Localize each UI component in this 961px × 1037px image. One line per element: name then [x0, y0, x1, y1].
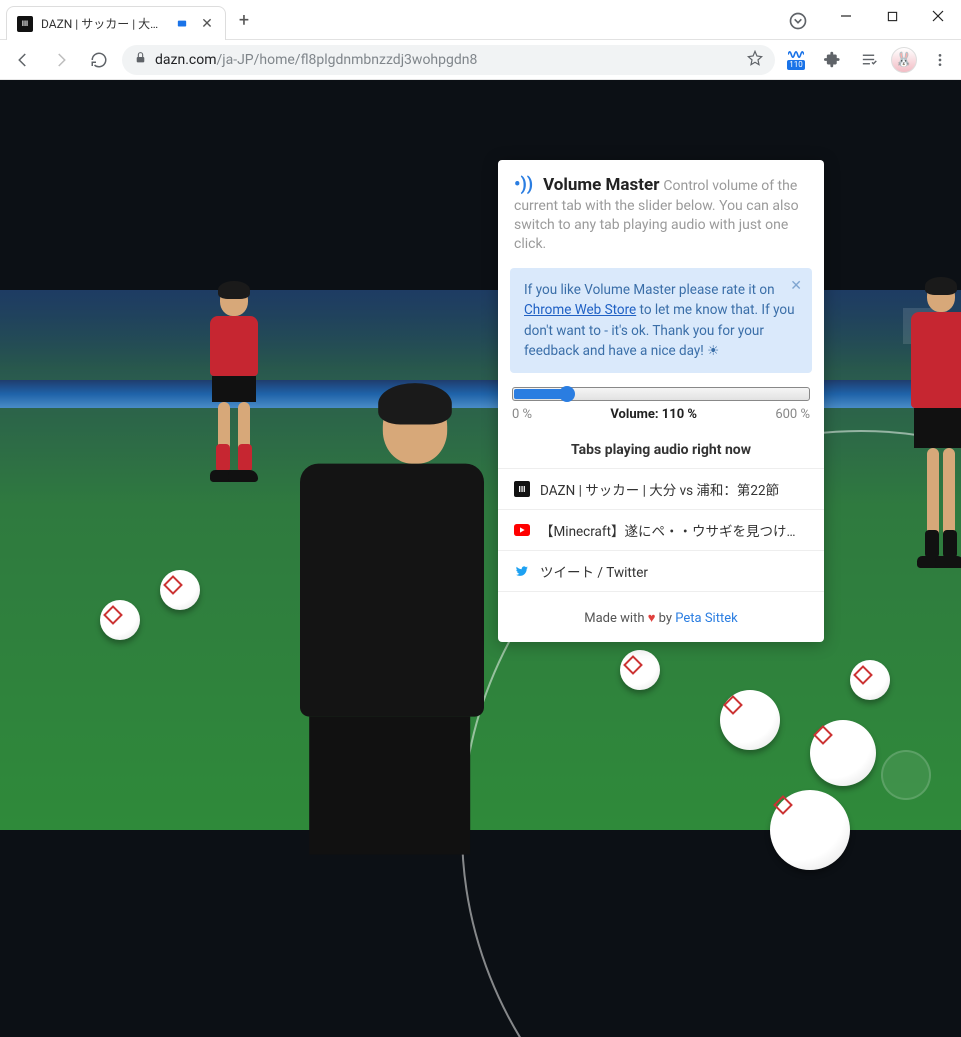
- jleague-watermark-icon: [881, 750, 931, 800]
- url-text: dazn.com/ja-JP/home/fl8plgdnmbnzzdj3wohp…: [155, 52, 739, 68]
- dazn-favicon-icon: III: [17, 16, 33, 32]
- reading-list-icon[interactable]: [855, 47, 881, 73]
- close-tab-icon[interactable]: ✕: [199, 16, 215, 32]
- minimize-button[interactable]: [823, 0, 869, 32]
- reload-button[interactable]: [84, 45, 114, 75]
- menu-button[interactable]: [927, 47, 953, 73]
- slider-thumb[interactable]: [559, 386, 575, 402]
- author-link[interactable]: Peta Sittek: [675, 611, 737, 626]
- page-content: DAZN: [0, 80, 961, 1037]
- profile-avatar[interactable]: 🐰: [891, 47, 917, 73]
- popup-footer: Made with ♥ by Peta Sittek: [498, 610, 824, 626]
- slider-min-label: 0 %: [512, 407, 532, 422]
- volume-master-extension-icon[interactable]: 110: [783, 47, 809, 73]
- window-titlebar: III DAZN | サッカー | 大分 vs 浦和 ✕ +: [0, 0, 961, 40]
- audio-tab-label: ツイート / Twitter: [540, 561, 648, 581]
- rate-notice: ✕ If you like Volume Master please rate …: [510, 268, 812, 373]
- back-button[interactable]: [8, 45, 38, 75]
- volume-slider[interactable]: [512, 387, 810, 401]
- toolbar: dazn.com/ja-JP/home/fl8plgdnmbnzzdj3wohp…: [0, 40, 961, 80]
- rate-text-pre: If you like Volume Master please rate it…: [524, 282, 775, 298]
- tab-strip: III DAZN | サッカー | 大分 vs 浦和 ✕ +: [0, 0, 258, 40]
- extension-row: 110 🐰: [783, 47, 953, 73]
- close-window-button[interactable]: [915, 0, 961, 32]
- browser-tab[interactable]: III DAZN | サッカー | 大分 vs 浦和 ✕: [6, 6, 226, 40]
- popup-title: Volume Master: [543, 175, 659, 195]
- youtube-icon: [514, 522, 530, 538]
- twitter-icon: [514, 563, 530, 579]
- volume-master-popup: •)) Volume Master Control volume of the …: [498, 160, 824, 642]
- speaker-icon[interactable]: [177, 19, 191, 29]
- tabs-heading: Tabs playing audio right now: [498, 442, 824, 458]
- forward-button[interactable]: [46, 45, 76, 75]
- new-tab-button[interactable]: +: [230, 6, 258, 34]
- audio-tab-label: DAZN | サッカー | 大分 vs 浦和：第22節: [540, 479, 779, 499]
- audio-tab-item[interactable]: ツイート / Twitter: [498, 550, 824, 592]
- audio-tab-item[interactable]: III DAZN | サッカー | 大分 vs 浦和：第22節: [498, 468, 824, 509]
- volume-value-label: Volume: 110 %: [610, 407, 697, 422]
- address-bar[interactable]: dazn.com/ja-JP/home/fl8plgdnmbnzzdj3wohp…: [122, 45, 775, 75]
- maximize-button[interactable]: [869, 0, 915, 32]
- tab-title: DAZN | サッカー | 大分 vs 浦和: [41, 15, 169, 32]
- bookmark-star-icon[interactable]: [747, 50, 763, 70]
- audio-tab-item[interactable]: 【Minecraft】遂にペ・・ウサギを見つけ…: [498, 509, 824, 550]
- dazn-icon: III: [514, 481, 530, 497]
- extensions-button[interactable]: [819, 47, 845, 73]
- close-notice-icon[interactable]: ✕: [790, 276, 802, 297]
- volume-badge: 110: [787, 60, 805, 70]
- volume-master-icon: •)): [514, 174, 533, 195]
- audio-tab-label: 【Minecraft】遂にペ・・ウサギを見つけ…: [540, 520, 796, 540]
- slider-max-label: 600 %: [775, 407, 810, 422]
- user-dropdown-icon[interactable]: [783, 6, 813, 36]
- lock-icon[interactable]: [134, 51, 147, 68]
- window-controls: [783, 0, 961, 36]
- chrome-web-store-link[interactable]: Chrome Web Store: [524, 302, 636, 318]
